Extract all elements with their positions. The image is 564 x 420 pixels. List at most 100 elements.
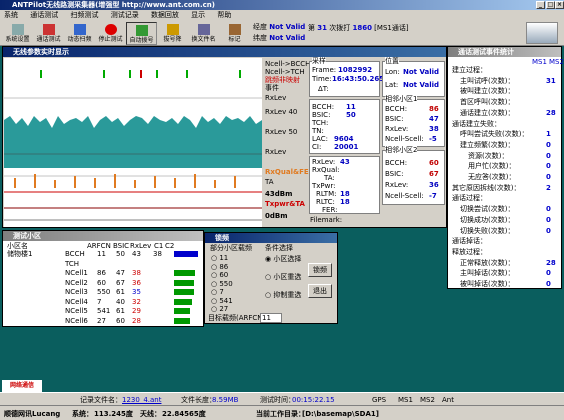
ant-value: 22.84565度 <box>162 410 206 418</box>
signal-icon <box>526 22 558 44</box>
rename-file-button[interactable]: 换文件名 <box>188 22 219 45</box>
header-name: 小区名 <box>7 242 28 250</box>
button-label: 停止测试 <box>98 36 123 43</box>
ms2-column: MS2 <box>549 58 564 66</box>
freq-option[interactable]: ○ 27 <box>211 305 228 313</box>
dynamic-scan-button[interactable]: 动态扫频 <box>64 22 95 45</box>
minimize-button[interactable]: _ <box>536 1 545 9</box>
freq-option[interactable]: ○ 60 <box>211 271 228 279</box>
sample-title: 采样 <box>312 57 326 65</box>
scan-icon <box>73 24 86 35</box>
dir-value: [D:\basemap\SDA1] <box>302 410 379 418</box>
close-button[interactable]: × <box>555 1 564 9</box>
serving-cell-name: 储物楼1 <box>7 250 33 258</box>
maximize-button[interactable]: □ <box>546 1 555 9</box>
event-row-value: 0 <box>546 162 551 171</box>
target-freq-input[interactable]: 11 <box>260 313 282 323</box>
system-settings-button[interactable]: 系统设置 <box>2 22 33 45</box>
dial-down-button[interactable]: 拔号降 <box>157 22 188 45</box>
menu-item[interactable]: 显示 <box>191 11 205 19</box>
ms1-column: MS1 <box>532 58 547 66</box>
condition-option[interactable]: ○ 抑制重选 <box>265 291 301 299</box>
cell-name: NCell4 <box>65 297 88 306</box>
rxlev50-axis-label: RxLev 50 <box>265 128 298 136</box>
freq-option[interactable]: ○ 550 <box>211 280 233 288</box>
freq-label: 11 <box>219 254 229 262</box>
event-marker <box>140 70 142 78</box>
nc1-label: BSIC: <box>385 115 404 123</box>
bottom-status-bar: 顺德网讯Lucang 系统： 113.245度 天线： 22.84565度 当前… <box>0 405 564 420</box>
file-length-value: 8.59MB <box>212 396 239 404</box>
freq-option[interactable]: ○ 7 <box>211 288 224 296</box>
serving-label: BSIC: <box>312 111 331 119</box>
call-test-button[interactable]: 通话测试 <box>33 22 64 45</box>
cell-name: BCCH <box>65 250 85 258</box>
cell-freq-group-label: 部分小区载频 <box>210 244 252 252</box>
cell-test-window: 测试小区 小区名 ARFCN BSIC RxLev C1 C2 储物楼1 BCC… <box>2 230 204 327</box>
record-file-label: 记录文件名： <box>80 396 122 404</box>
auto-dial-button[interactable]: 自动拨号 <box>126 22 157 45</box>
menu-item[interactable]: 通话测试 <box>30 11 58 19</box>
menu-item[interactable]: 帮助 <box>217 11 231 19</box>
cell-bsic: 50 <box>116 250 125 258</box>
cell-arfcn: 550 <box>97 288 111 296</box>
serving-label: TN: <box>312 127 324 135</box>
freq-label: 7 <box>219 288 224 296</box>
call-number: 1860 <box>352 24 372 32</box>
freq-option[interactable]: ○ 541 <box>211 297 233 305</box>
event-row-label: 用户忙(次数)： <box>468 162 516 171</box>
mark-button[interactable]: 标记 <box>219 22 250 45</box>
rxqual-bar <box>214 180 216 188</box>
latitude-label: 纬度 <box>253 34 267 42</box>
exit-button[interactable]: 退出 <box>308 284 332 298</box>
event-row-label: 通话建立失败： <box>452 119 501 128</box>
freq-label: 550 <box>219 279 233 288</box>
event-row-value: 0 <box>546 269 551 278</box>
condition-option[interactable]: ◉ 小区选择 <box>265 255 301 263</box>
rxlev-bar <box>174 308 190 314</box>
time-value: 16:43:50.265 <box>332 75 385 83</box>
measurement-group: RxLev: 43 RxQual: TA: TxPwr: RLTM: 18 RLTC… <box>309 156 380 214</box>
legend-bcch: Ncell->BCCH <box>265 60 311 68</box>
freq-option[interactable]: ○ 86 <box>211 263 228 271</box>
menu-item[interactable]: 系统 <box>4 11 18 19</box>
lock-button[interactable]: 锁频 <box>308 263 332 277</box>
rxqual-bar <box>134 180 136 188</box>
radio-graph <box>4 58 262 227</box>
ta-axis-label: TA <box>265 178 274 186</box>
cell-name: NCell1 <box>65 269 88 277</box>
menu-item[interactable]: 扫频测试 <box>70 11 98 19</box>
latitude-line: 纬度 Not Valid <box>253 33 404 44</box>
cell-window-title: 测试小区 <box>3 231 203 241</box>
event-row-value: 0 <box>546 151 551 160</box>
event-row-label: 无应答(次数)： <box>468 173 516 181</box>
menu-item[interactable]: 数据回放 <box>151 11 179 19</box>
nc2-label: BSIC: <box>385 170 404 178</box>
button-label: 通话测试 <box>36 36 61 43</box>
nc1-value: 38 <box>429 125 439 133</box>
cell-name: NCell5 <box>65 307 88 315</box>
neighbor1-title: 相邻小区1 <box>385 95 418 103</box>
dial-down-icon <box>166 24 179 35</box>
ms1-indicator: MS1 <box>398 396 413 404</box>
stop-test-button[interactable]: 停止测试 <box>95 22 126 45</box>
event-row-label: 其它原因拆线(次数)： <box>452 183 521 192</box>
meas-label: RLTC: <box>316 198 335 206</box>
event-row-label: 通话过程： <box>452 194 487 203</box>
cell-bsic: 47 <box>116 269 125 277</box>
freq-option[interactable]: ○ 11 <box>211 254 228 262</box>
position-title: 位置 <box>385 57 399 65</box>
menu-item[interactable]: 测试记录 <box>111 11 139 19</box>
rxqual-bar <box>74 176 76 188</box>
condition-option[interactable]: ○ 小区重选 <box>265 273 301 281</box>
event-row-label: 建立过程： <box>452 66 487 74</box>
longitude-value: Not Valid <box>269 23 306 31</box>
rxqual-bar <box>94 178 96 188</box>
rxqual-bar <box>54 180 56 188</box>
rxlev-bar <box>174 279 194 286</box>
event-row-value: 0 <box>546 205 551 214</box>
cell-name: NCell2 <box>65 278 88 287</box>
signal-plot <box>4 70 262 221</box>
rxqual-bar <box>34 174 36 188</box>
meas-label: TA: <box>324 174 335 182</box>
